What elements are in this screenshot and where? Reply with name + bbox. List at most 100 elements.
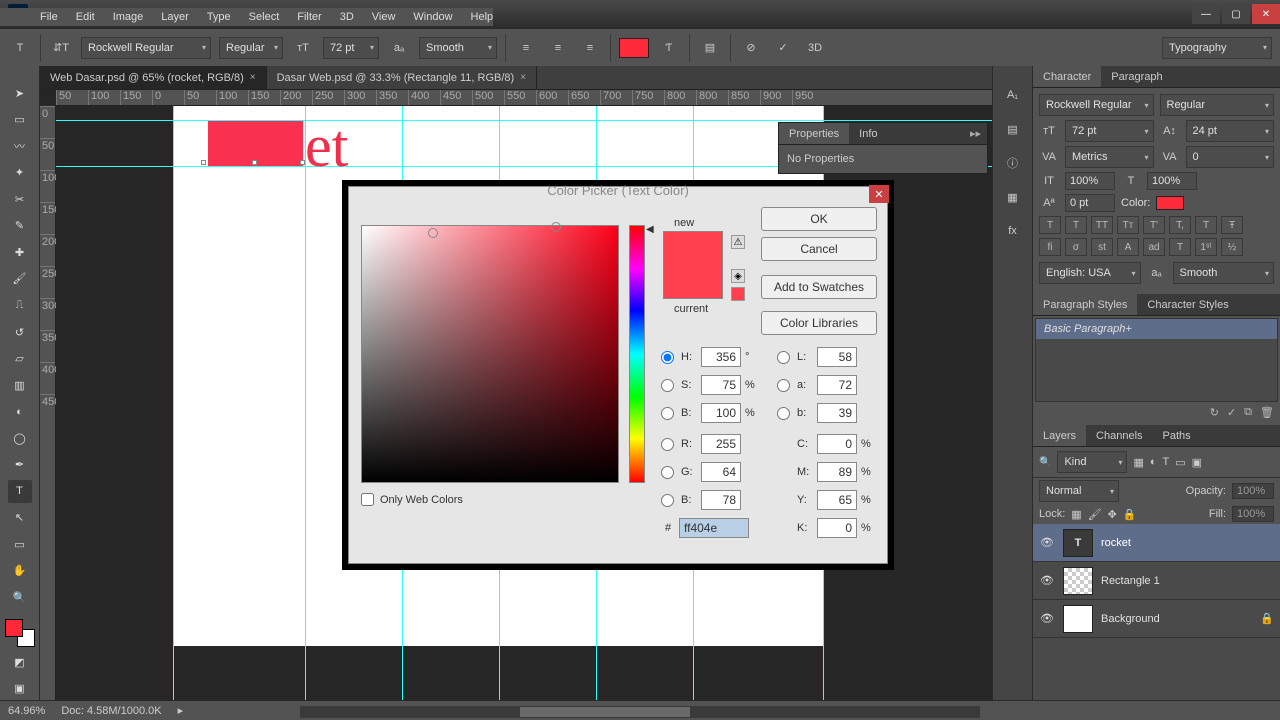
dodge-tool-icon[interactable]: ◯ <box>8 427 32 450</box>
hex-input[interactable] <box>679 518 749 538</box>
filter-pixel-icon[interactable]: ▦ <box>1133 456 1143 469</box>
only-web-colors-checkbox[interactable]: Only Web Colors <box>361 493 463 506</box>
filter-adjust-icon[interactable]: ◐ <box>1150 456 1157 468</box>
char-tracking-combo[interactable]: 0 <box>1186 146 1275 168</box>
crop-tool-icon[interactable]: ✂ <box>8 188 32 211</box>
current-color-swatch[interactable] <box>663 265 723 299</box>
blend-mode-combo[interactable]: Normal <box>1039 480 1119 502</box>
layers-tab[interactable]: Layers <box>1033 425 1086 446</box>
hue-slider-handle[interactable]: ◀ <box>646 224 654 235</box>
menu-layer[interactable]: Layer <box>161 11 189 23</box>
eyedropper-tool-icon[interactable]: ✎ <box>8 215 32 238</box>
ot-fractions-button[interactable]: ½ <box>1221 238 1243 256</box>
char-hscale-input[interactable]: 100% <box>1147 172 1197 190</box>
eraser-tool-icon[interactable]: ▱ <box>8 347 32 370</box>
char-baseline-input[interactable]: 0 pt <box>1065 194 1115 212</box>
foreground-background-colors[interactable] <box>5 619 35 647</box>
ot-discretionary-button[interactable]: st <box>1091 238 1113 256</box>
menu-view[interactable]: View <box>372 11 396 23</box>
lock-position-icon[interactable]: ✥ <box>1108 508 1117 521</box>
cancel-edit-icon[interactable]: ⊘ <box>739 36 763 60</box>
visibility-icon[interactable]: 👁 <box>1039 573 1055 589</box>
foreground-color-swatch[interactable] <box>5 619 23 637</box>
ot-contextual-button[interactable]: σ <box>1065 238 1087 256</box>
wand-tool-icon[interactable]: ✦ <box>8 162 32 185</box>
layer-name[interactable]: rocket <box>1101 537 1131 549</box>
shape-tool-icon[interactable]: ▭ <box>8 533 32 556</box>
commit-edit-icon[interactable]: ✓ <box>771 36 795 60</box>
lock-transparency-icon[interactable]: ▦ <box>1071 508 1081 521</box>
l-input[interactable] <box>817 347 857 367</box>
reset-style-icon[interactable]: ↻ <box>1210 406 1219 419</box>
char-style-combo[interactable]: Regular <box>1160 94 1275 116</box>
vertical-ruler[interactable]: 050100150200250300350400450 <box>40 106 56 700</box>
char-color-swatch[interactable] <box>1156 196 1184 210</box>
hand-tool-icon[interactable]: ✋ <box>8 560 32 583</box>
character-tab[interactable]: Character <box>1033 66 1101 87</box>
gradient-tool-icon[interactable]: ▥ <box>8 374 32 397</box>
sv-cursor-alt[interactable] <box>551 222 561 232</box>
allcaps-button[interactable]: TT <box>1091 216 1113 234</box>
lock-pixels-icon[interactable]: 🖌 <box>1088 508 1102 521</box>
character-styles-tab[interactable]: Character Styles <box>1137 294 1238 315</box>
paths-tab[interactable]: Paths <box>1153 425 1201 446</box>
text-bounding-box[interactable] <box>204 163 304 167</box>
history-brush-tool-icon[interactable]: ↺ <box>8 321 32 344</box>
paragraph-styles-list[interactable]: Basic Paragraph+ <box>1035 318 1278 402</box>
strike-button[interactable]: Ŧ <box>1221 216 1243 234</box>
visibility-icon[interactable]: 👁 <box>1039 611 1055 627</box>
char-font-combo[interactable]: Rockwell Regular <box>1039 94 1154 116</box>
horizontal-scrollbar[interactable] <box>300 706 980 718</box>
m-input[interactable] <box>817 462 857 482</box>
properties-tab[interactable]: Properties <box>779 123 849 144</box>
collapse-panel-icon[interactable]: ▸▸ <box>964 127 987 140</box>
info-icon[interactable]: ⓘ <box>1002 152 1024 174</box>
paragraph-tab[interactable]: Paragraph <box>1101 66 1172 87</box>
lock-all-icon[interactable]: 🔒 <box>1123 508 1137 521</box>
r-radio[interactable] <box>661 438 674 451</box>
menu-filter[interactable]: Filter <box>297 11 321 23</box>
type-tool-icon[interactable]: T <box>8 480 32 503</box>
delete-style-icon[interactable]: 🗑 <box>1260 406 1274 419</box>
cancel-button[interactable]: Cancel <box>761 237 877 261</box>
websafe-swatch-icon[interactable] <box>731 287 745 301</box>
cube-icon[interactable]: ◈ <box>731 269 745 283</box>
faux-bold-button[interactable]: T <box>1039 216 1061 234</box>
stamp-tool-icon[interactable]: ⎍ <box>8 294 32 317</box>
font-size-combo[interactable]: 72 pt <box>323 37 379 59</box>
scrollbar-thumb[interactable] <box>520 707 690 717</box>
close-tab-icon[interactable]: × <box>520 72 526 83</box>
layer-row[interactable]: 👁 Background 🔒 <box>1033 600 1280 638</box>
warp-text-icon[interactable]: Ƭ <box>657 36 681 60</box>
font-style-combo[interactable]: Regular <box>219 37 283 59</box>
opacity-input[interactable]: 100% <box>1232 483 1274 499</box>
minimize-button[interactable]: — <box>1192 4 1220 24</box>
menu-edit[interactable]: Edit <box>76 11 95 23</box>
clear-override-icon[interactable]: ✓ <box>1227 406 1236 419</box>
doc-size[interactable]: Doc: 4.58M/1000.0K <box>61 705 161 717</box>
path-select-tool-icon[interactable]: ↖ <box>8 507 32 530</box>
ok-button[interactable]: OK <box>761 207 877 231</box>
char-panel-icon[interactable]: ▤ <box>698 36 722 60</box>
y-input[interactable] <box>817 490 857 510</box>
pen-tool-icon[interactable]: ✒ <box>8 453 32 476</box>
char-lang-combo[interactable]: English: USA <box>1039 262 1141 284</box>
ot-stylistic-button[interactable]: ad <box>1143 238 1165 256</box>
text-orientation-icon[interactable]: ⇵T <box>49 36 73 60</box>
align-center-icon[interactable]: ≡ <box>546 36 570 60</box>
workspace-combo[interactable]: Typography <box>1162 37 1272 59</box>
color-picker-dialog[interactable]: Color Picker (Text Color) ✕ ◀ new curren… <box>348 186 888 564</box>
menu-image[interactable]: Image <box>113 11 144 23</box>
quickmask-icon[interactable]: ◩ <box>8 651 32 674</box>
zoom-tool-icon[interactable]: 🔍 <box>8 586 32 609</box>
status-arrow-icon[interactable]: ▸ <box>178 704 184 717</box>
zoom-level[interactable]: 64.96% <box>8 705 45 717</box>
screenmode-icon[interactable]: ▣ <box>8 677 32 700</box>
maximize-button[interactable]: ▢ <box>1222 4 1250 24</box>
blab-radio[interactable] <box>777 407 790 420</box>
fill-input[interactable]: 100% <box>1232 506 1274 522</box>
ot-swash-button[interactable]: A <box>1117 238 1139 256</box>
menu-select[interactable]: Select <box>249 11 280 23</box>
layer-thumbnail[interactable] <box>1063 567 1093 595</box>
filter-smart-icon[interactable]: ▣ <box>1192 456 1202 469</box>
